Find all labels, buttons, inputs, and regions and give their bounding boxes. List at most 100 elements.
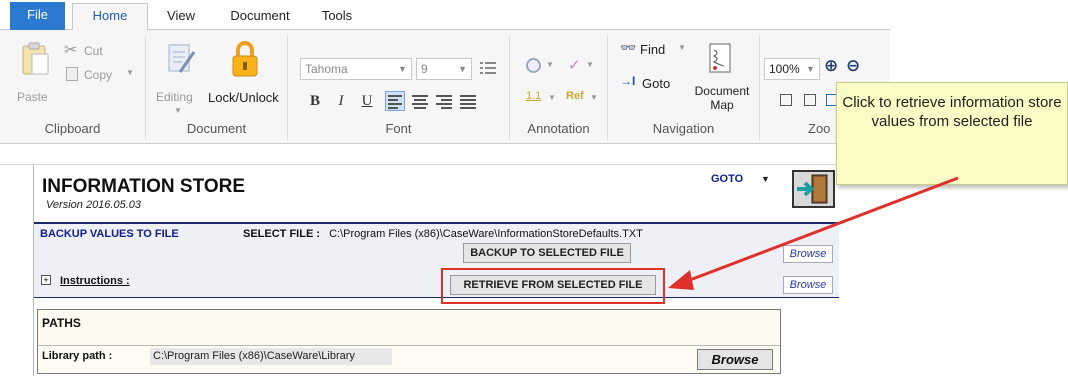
italic-button[interactable]: I bbox=[330, 90, 352, 112]
paste-icon bbox=[22, 42, 49, 75]
find-label: Find bbox=[640, 42, 666, 57]
tab-view[interactable]: View bbox=[156, 6, 206, 30]
font-size-value: 9 bbox=[421, 62, 428, 76]
font-group: Tahoma ▼ 9 ▼ B I U Font bbox=[288, 36, 510, 140]
navigation-group-label: Navigation bbox=[652, 121, 715, 136]
font-group-label: Font bbox=[385, 121, 412, 136]
backup-to-selected-file-button[interactable]: BACKUP TO SELECTED FILE bbox=[463, 243, 631, 263]
lock-unlock-button[interactable]: Lock/Unlock bbox=[206, 40, 288, 106]
page-title: INFORMATION STORE bbox=[42, 176, 246, 197]
chevron-down-icon: ▼ bbox=[678, 43, 686, 52]
clipboard-group-label: Clipboard bbox=[44, 121, 101, 136]
reference-button[interactable]: Ref ▼ bbox=[566, 90, 604, 112]
tab-document[interactable]: Document bbox=[220, 6, 300, 30]
library-path-label: Library path : bbox=[42, 350, 113, 362]
zoom-out-icon[interactable]: ⊖ bbox=[846, 56, 860, 76]
goto-dropdown[interactable]: GOTO ▼ bbox=[711, 173, 779, 191]
lock-icon bbox=[232, 41, 258, 77]
chevron-down-icon: ▼ bbox=[548, 93, 556, 102]
list-icon[interactable] bbox=[480, 60, 496, 76]
font-size-select[interactable]: 9 ▼ bbox=[416, 58, 472, 80]
tab-home[interactable]: Home bbox=[72, 3, 148, 31]
chevron-down-icon: ▼ bbox=[590, 93, 598, 102]
goto-ribbon-button[interactable]: →I Goto bbox=[620, 74, 690, 94]
select-file-label: SELECT FILE : bbox=[243, 228, 320, 240]
fit-page-icon[interactable] bbox=[780, 94, 792, 106]
circle-icon bbox=[526, 58, 541, 73]
number-tick-icon: 1.1 bbox=[526, 90, 542, 102]
zoom-value: 100% bbox=[769, 62, 800, 76]
copy-label: Copy bbox=[84, 68, 113, 82]
annotation-group: ▼ ✓ ▼ 1.1 ▼ Ref ▼ Annotation bbox=[510, 36, 608, 140]
exit-door-icon bbox=[797, 174, 828, 204]
chevron-down-icon: ▼ bbox=[806, 64, 815, 74]
paths-section: PATHS Library path : C:\Program Files (x… bbox=[37, 309, 781, 374]
goto-arrow-icon: →I bbox=[620, 74, 636, 88]
tickmark-icon: ✓ bbox=[568, 57, 581, 74]
library-browse-button[interactable]: Browse bbox=[697, 349, 773, 370]
cut-button[interactable]: ✂ Cut bbox=[64, 42, 124, 60]
browse-backup-button[interactable]: Browse bbox=[783, 245, 833, 263]
bold-button[interactable]: B bbox=[304, 90, 326, 112]
binoculars-icon: 👓 bbox=[620, 40, 637, 55]
backup-values-link[interactable]: BACKUP VALUES TO FILE bbox=[40, 228, 179, 240]
instructions-label[interactable]: Instructions : bbox=[60, 275, 130, 287]
exit-button[interactable] bbox=[792, 170, 835, 208]
application-window: File Home View Document Tools Paste ✂ Cu… bbox=[0, 0, 1068, 376]
annotation-shape-button[interactable]: ▼ bbox=[526, 56, 560, 78]
chevron-down-icon: ▼ bbox=[126, 68, 134, 77]
fit-width-icon[interactable] bbox=[804, 94, 816, 106]
find-button[interactable]: 👓 Find ▼ bbox=[620, 40, 690, 60]
select-file-text: SELECT FILE : C:\Program Files (x86)\Cas… bbox=[243, 228, 643, 240]
document-map-label: Document Map bbox=[694, 84, 750, 112]
scissors-icon: ✂ bbox=[64, 42, 78, 59]
document-map-button[interactable]: Document Map bbox=[688, 40, 756, 120]
clipboard-group: Paste ✂ Cut Copy ▼ Clipboard bbox=[0, 36, 146, 140]
editing-button[interactable]: Editing ▼ bbox=[156, 40, 208, 116]
editing-label: Editing bbox=[156, 90, 193, 104]
instructions-toggle[interactable]: + bbox=[41, 275, 51, 285]
paste-button[interactable]: Paste bbox=[17, 40, 54, 106]
chevron-down-icon: ▼ bbox=[761, 174, 770, 184]
align-left-button[interactable] bbox=[385, 91, 405, 111]
tab-file[interactable]: File bbox=[10, 2, 65, 30]
editing-icon bbox=[168, 44, 196, 73]
goto-ribbon-label: Goto bbox=[642, 76, 671, 91]
ribbon: Paste ✂ Cut Copy ▼ Clipboard Editing ▼ L… bbox=[0, 30, 890, 144]
annotation-group-label: Annotation bbox=[527, 121, 590, 136]
ribbon-tab-bar: File Home View Document Tools bbox=[0, 0, 890, 31]
justify-button[interactable] bbox=[460, 93, 476, 109]
document-group-label: Document bbox=[186, 121, 247, 136]
chevron-down-icon: ▼ bbox=[546, 60, 554, 69]
chevron-down-icon: ▼ bbox=[398, 64, 407, 74]
reference-icon: Ref bbox=[566, 90, 584, 102]
navigation-group: 👓 Find ▼ →I Goto Document Map Navigation bbox=[608, 36, 760, 140]
document-map-icon bbox=[709, 43, 731, 73]
goto-label: GOTO bbox=[711, 173, 744, 185]
document-group: Editing ▼ Lock/Unlock Document bbox=[146, 36, 288, 140]
library-path-field[interactable]: C:\Program Files (x86)\CaseWare\Library bbox=[150, 348, 392, 365]
align-center-button[interactable] bbox=[412, 93, 428, 109]
chevron-down-icon: ▼ bbox=[174, 106, 182, 115]
align-right-button[interactable] bbox=[436, 93, 452, 109]
copy-button[interactable]: Copy ▼ bbox=[64, 66, 140, 84]
paste-label: Paste bbox=[17, 90, 48, 104]
version-label: Version 2016.05.03 bbox=[46, 199, 141, 211]
zoom-in-icon[interactable]: ⊕ bbox=[824, 56, 838, 76]
lock-unlock-label: Lock/Unlock bbox=[208, 90, 279, 105]
tab-tools[interactable]: Tools bbox=[312, 6, 362, 30]
zoom-select[interactable]: 100% ▼ bbox=[764, 58, 820, 80]
retrieve-highlight-box bbox=[441, 268, 665, 304]
browse-retrieve-button[interactable]: Browse bbox=[783, 276, 833, 294]
cut-label: Cut bbox=[84, 44, 103, 58]
font-family-value: Tahoma bbox=[305, 62, 348, 76]
document-top-divider bbox=[0, 164, 850, 165]
chevron-down-icon: ▼ bbox=[458, 64, 467, 74]
tickmark-button[interactable]: ✓ ▼ bbox=[568, 56, 602, 78]
underline-button[interactable]: U bbox=[356, 90, 378, 112]
font-family-select[interactable]: Tahoma ▼ bbox=[300, 58, 412, 80]
paths-heading: PATHS bbox=[38, 310, 780, 346]
callout-tooltip: Click to retrieve information store valu… bbox=[836, 82, 1068, 185]
select-file-path: C:\Program Files (x86)\CaseWare\Informat… bbox=[329, 228, 643, 240]
number-annotation-button[interactable]: 1.1 ▼ bbox=[526, 90, 562, 112]
